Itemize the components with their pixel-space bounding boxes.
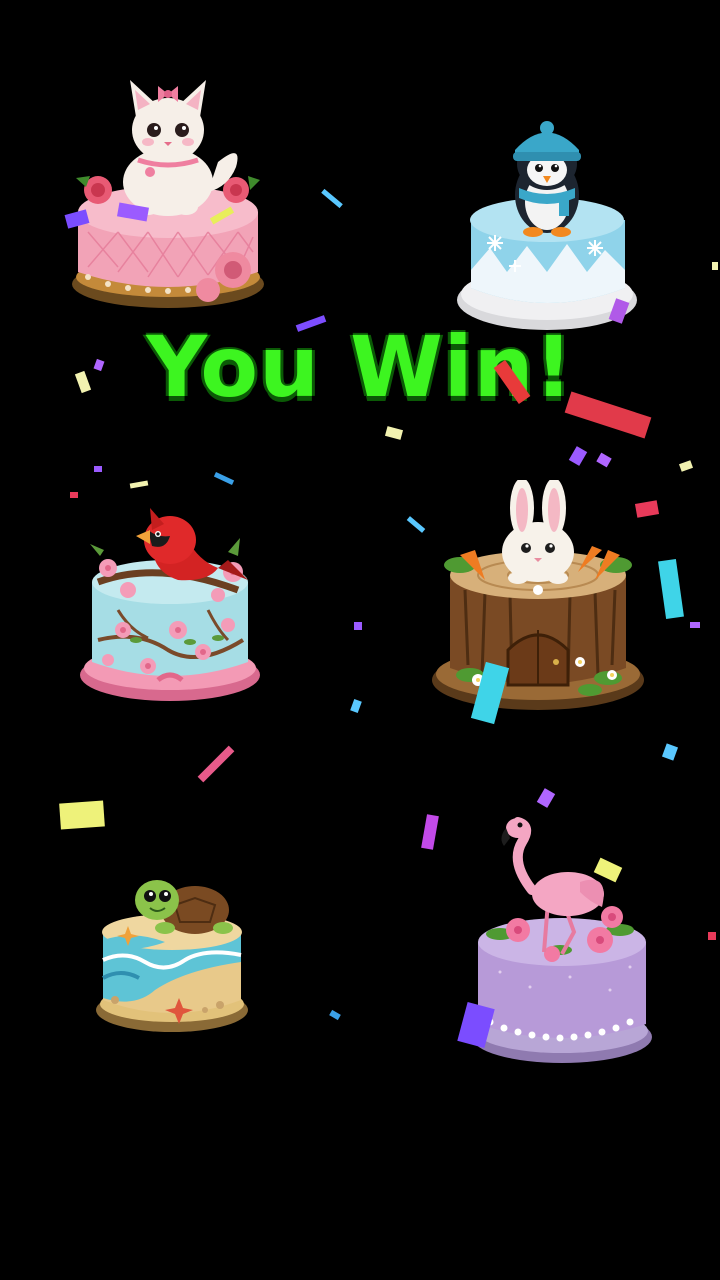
- win-title: You Win!: [146, 318, 574, 416]
- confetti-piece: [384, 426, 404, 440]
- turtle-cake: [95, 870, 250, 1040]
- confetti-piece: [70, 492, 78, 498]
- cardinal-cake: [78, 490, 263, 710]
- confetti-piece: [536, 788, 556, 808]
- confetti-piece: [708, 932, 716, 940]
- confetti-piece: [129, 480, 149, 489]
- confetti-piece: [421, 814, 439, 850]
- confetti-piece: [712, 262, 718, 270]
- flamingo-cake: [470, 812, 655, 1070]
- confetti-piece: [354, 622, 362, 630]
- confetti-piece: [350, 698, 362, 714]
- confetti-piece: [596, 452, 612, 468]
- confetti-piece: [634, 500, 660, 518]
- win-screen: You Win!: [0, 0, 720, 1280]
- confetti-piece: [321, 188, 343, 209]
- confetti-piece: [59, 800, 105, 830]
- confetti-piece: [329, 1009, 341, 1021]
- confetti-piece: [406, 516, 426, 533]
- confetti-piece: [658, 559, 684, 619]
- confetti-piece: [661, 743, 679, 761]
- bunny-cake: [430, 480, 648, 722]
- confetti-piece: [678, 460, 694, 472]
- kitten-cake: [68, 72, 268, 317]
- confetti-piece: [568, 446, 588, 466]
- confetti-piece: [197, 745, 235, 783]
- confetti-piece: [94, 466, 102, 472]
- confetti-piece: [213, 472, 235, 485]
- confetti-piece: [690, 622, 700, 628]
